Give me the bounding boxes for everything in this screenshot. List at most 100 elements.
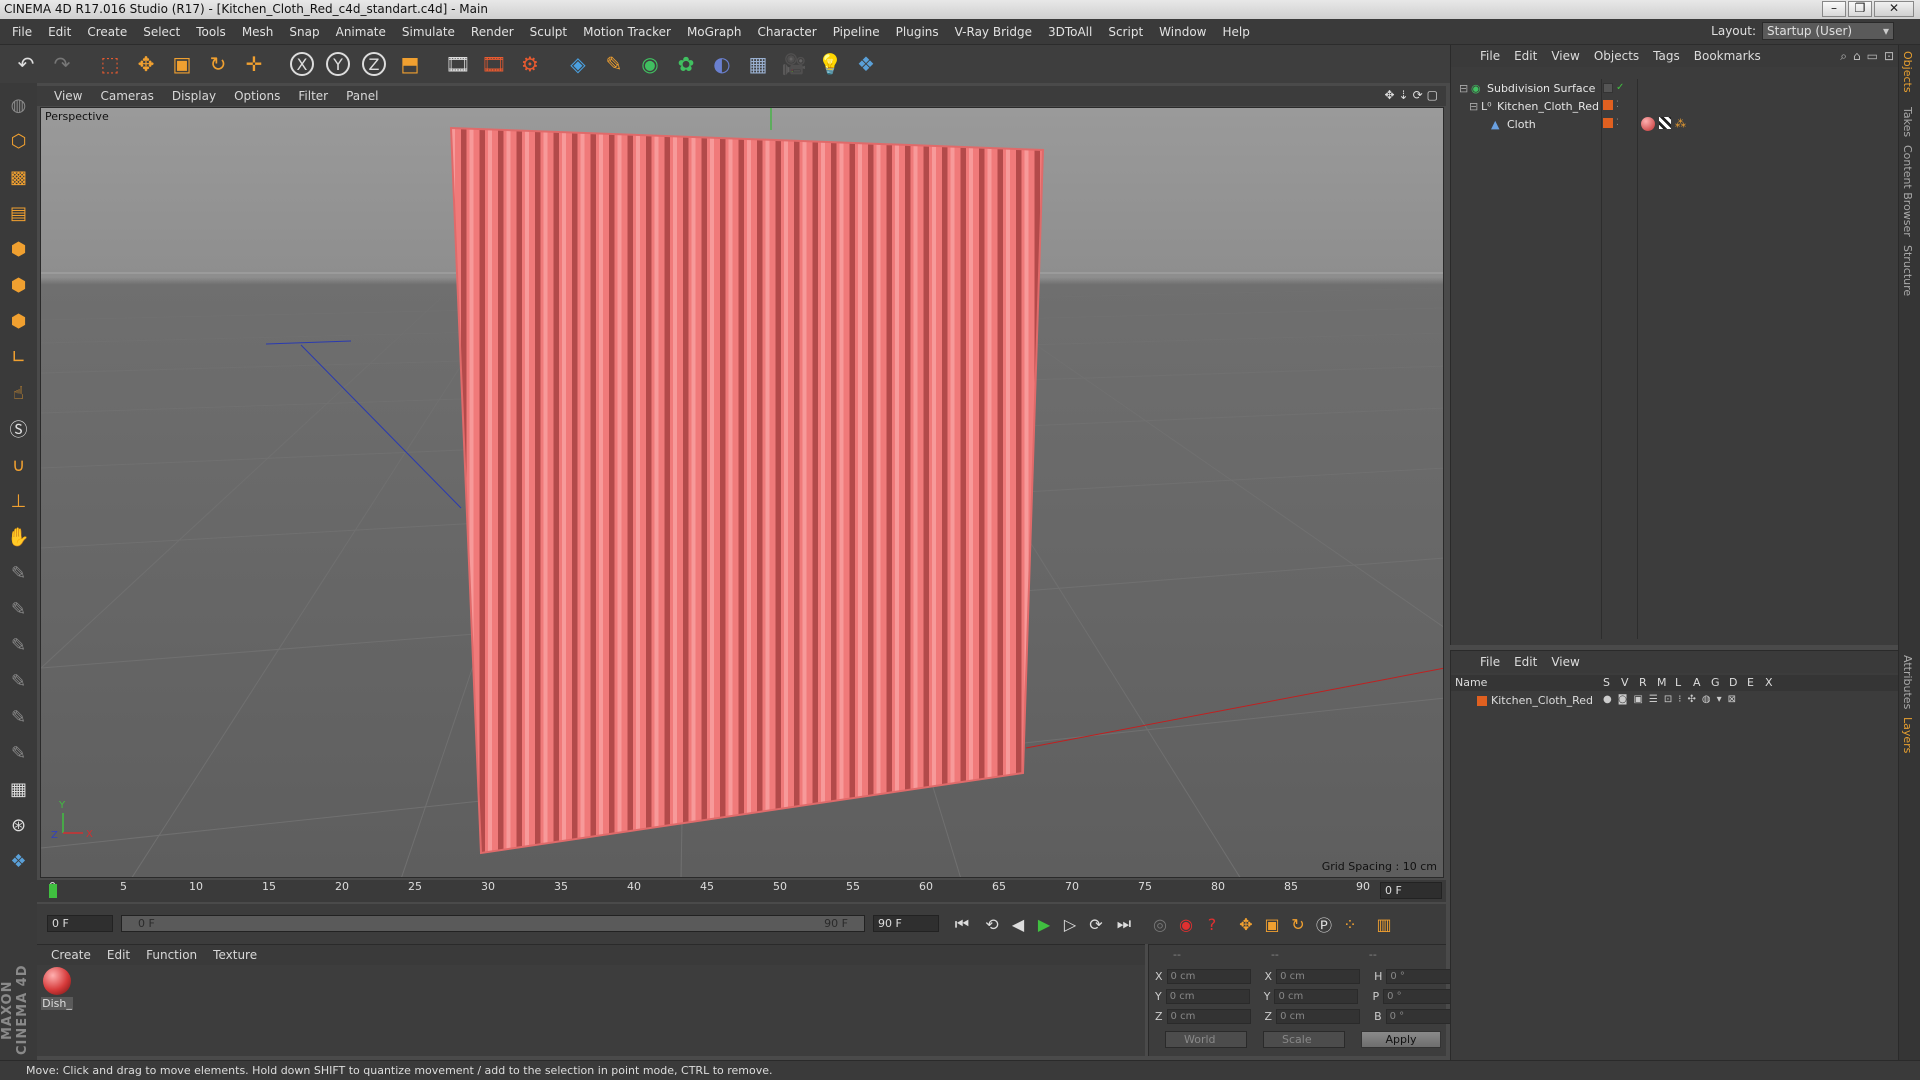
grid-snap-icon[interactable]: ▦ [3,773,35,805]
last-tool-icon[interactable]: ✛ [238,48,270,80]
x-axis-icon[interactable]: X [286,48,318,80]
move-icon[interactable]: ✥ [130,48,162,80]
menu-script[interactable]: Script [1100,25,1151,39]
om-menu-view[interactable]: View [1544,49,1586,63]
python-icon[interactable]: ❖ [850,48,882,80]
menu-mograph[interactable]: MoGraph [679,25,750,39]
expressions-toggle-icon[interactable]: ▾ [1717,694,1722,705]
previous-frame-icon[interactable]: ◀ [1005,911,1031,937]
tab-structure[interactable]: Structure [1901,245,1914,296]
material-menu-function[interactable]: Function [138,948,205,962]
key-position-icon[interactable]: ✥ [1233,911,1259,937]
preview-range-slider[interactable]: 0 F 90 F [121,915,865,932]
size-mode-dropdown[interactable]: Scale [1263,1031,1345,1048]
cube-icon[interactable]: ◈ [562,48,594,80]
tweak-mode-icon[interactable]: ☝ [3,377,35,409]
redo-icon[interactable]: ↷ [46,48,78,80]
menu-mesh[interactable]: Mesh [234,25,282,39]
python-script-icon[interactable]: ❖ [3,845,35,877]
lock-icon[interactable]: ⊡ [1884,49,1894,64]
coordinate-mode-dropdown[interactable]: World [1165,1031,1247,1048]
om-menu-bookmarks[interactable]: Bookmarks [1687,49,1768,63]
perspective-viewport[interactable]: Y X Z Perspective Grid Spacing : 10 cm [40,107,1444,878]
pan-icon[interactable]: ✥ [1384,88,1394,102]
keyframe-selection-icon[interactable]: ? [1199,911,1225,937]
menu-sculpt[interactable]: Sculpt [522,25,575,39]
object-row-kitchen-cloth-red[interactable]: ⊟ L⁰ Kitchen_Cloth_Red ⁚ [1451,97,1899,117]
menu-plugins[interactable]: Plugins [888,25,947,39]
menu-file[interactable]: File [4,25,40,39]
camera-icon[interactable]: 🎥 [778,48,810,80]
menu-character[interactable]: Character [749,25,824,39]
sculpt-pinch-icon[interactable]: ✎ [3,737,35,769]
z-axis-icon[interactable]: Z [358,48,390,80]
y-axis-icon[interactable]: Y [322,48,354,80]
om-menu-file[interactable]: File [1473,49,1507,63]
previous-key-icon[interactable]: ⟲ [979,911,1005,937]
render-picture-viewer-icon[interactable]: 🎞 [478,48,510,80]
sculpt-smooth-icon[interactable]: ✎ [3,593,35,625]
make-editable-icon[interactable]: ◍ [3,89,35,121]
manager-toggle-icon[interactable]: ☰ [1649,694,1658,705]
material-menu-texture[interactable]: Texture [205,948,265,962]
sculpt-pull-icon[interactable]: ✎ [3,557,35,589]
magnet-icon[interactable]: ∪ [3,449,35,481]
layer-color-swatch[interactable] [1477,696,1487,706]
coordinate-system-icon[interactable]: ⬒ [394,48,426,80]
menu-create[interactable]: Create [79,25,135,39]
menu-select[interactable]: Select [135,25,188,39]
close-button[interactable]: ✕ [1874,1,1914,17]
collapse-toggle-icon[interactable]: ⊟ [1459,82,1468,95]
size-z-field[interactable]: 0 cm [1276,1009,1361,1024]
viewport-menu-view[interactable]: View [45,89,91,103]
sculpt-flatten-icon[interactable]: ✎ [3,629,35,661]
restore-button[interactable]: ❐ [1848,1,1872,17]
floor-icon[interactable]: ▦ [742,48,774,80]
go-to-start-icon[interactable]: ⏮ [949,911,975,937]
maximize-view-icon[interactable]: ▢ [1427,88,1438,102]
home-icon[interactable]: ⌂ [1853,49,1861,64]
om-menu-edit[interactable]: Edit [1507,49,1544,63]
end-frame-field[interactable]: 90 F [873,915,939,932]
polygons-mode-icon[interactable]: ⬢ [3,305,35,337]
apply-button[interactable]: Apply [1361,1031,1441,1048]
visibility-dots-icon[interactable]: ⁚ [1616,100,1619,110]
collapse-toggle-icon[interactable]: ⊟ [1469,100,1478,113]
dolly-icon[interactable]: ⇣ [1399,88,1409,102]
material-tag-icon[interactable] [1641,117,1655,131]
om-menu-objects[interactable]: Objects [1587,49,1646,63]
texture-mode-icon[interactable]: ▩ [3,161,35,193]
spline-pen-icon[interactable]: ✎ [598,48,630,80]
enabled-check-icon[interactable]: ✓ [1616,82,1624,93]
play-icon[interactable]: ▶ [1031,911,1057,937]
object-row-cloth[interactable]: ▲ Cloth ⁚ ⁂ [1451,115,1899,135]
key-parameter-icon[interactable]: Ⓟ [1311,911,1337,937]
xref-toggle-icon[interactable]: ⊠ [1728,694,1736,705]
key-rotation-icon[interactable]: ↻ [1285,911,1311,937]
lm-menu-file[interactable]: File [1473,655,1507,669]
record-active-icon[interactable]: ◎ [1147,911,1173,937]
render-view-icon[interactable]: 🎞 [442,48,474,80]
solo-icon[interactable]: Ⓢ [3,413,35,445]
menu-snap[interactable]: Snap [281,25,327,39]
search-icon[interactable]: ⌕ [1840,49,1847,64]
next-key-icon[interactable]: ⟳ [1083,911,1109,937]
new-window-icon[interactable]: ▭ [1867,49,1878,64]
autokey-icon[interactable]: ◉ [1173,911,1199,937]
menu-3dtoall[interactable]: 3DToAll [1040,25,1100,39]
tab-takes[interactable]: Takes [1901,107,1914,137]
layout-dropdown[interactable]: Startup (User) [1762,22,1894,40]
menu-help[interactable]: Help [1214,25,1257,39]
om-menu-tags[interactable]: Tags [1646,49,1687,63]
frame-ruler[interactable]: 0 5 10 15 20 25 30 35 40 45 50 55 60 65 … [49,880,1370,902]
menu-window[interactable]: Window [1151,25,1214,39]
sculpt-inflate-icon[interactable]: ✎ [3,665,35,697]
minimize-button[interactable]: – [1822,1,1846,17]
visibility-dots-icon[interactable]: ⁚ [1616,118,1619,128]
subdivision-icon[interactable]: ◉ [634,48,666,80]
current-frame-display[interactable]: 0 F [1380,882,1442,899]
menu-motion-tracker[interactable]: Motion Tracker [575,25,679,39]
menu-render[interactable]: Render [463,25,522,39]
orbit-icon[interactable]: ⟳ [1413,88,1423,102]
size-y-field[interactable]: 0 cm [1274,989,1359,1004]
